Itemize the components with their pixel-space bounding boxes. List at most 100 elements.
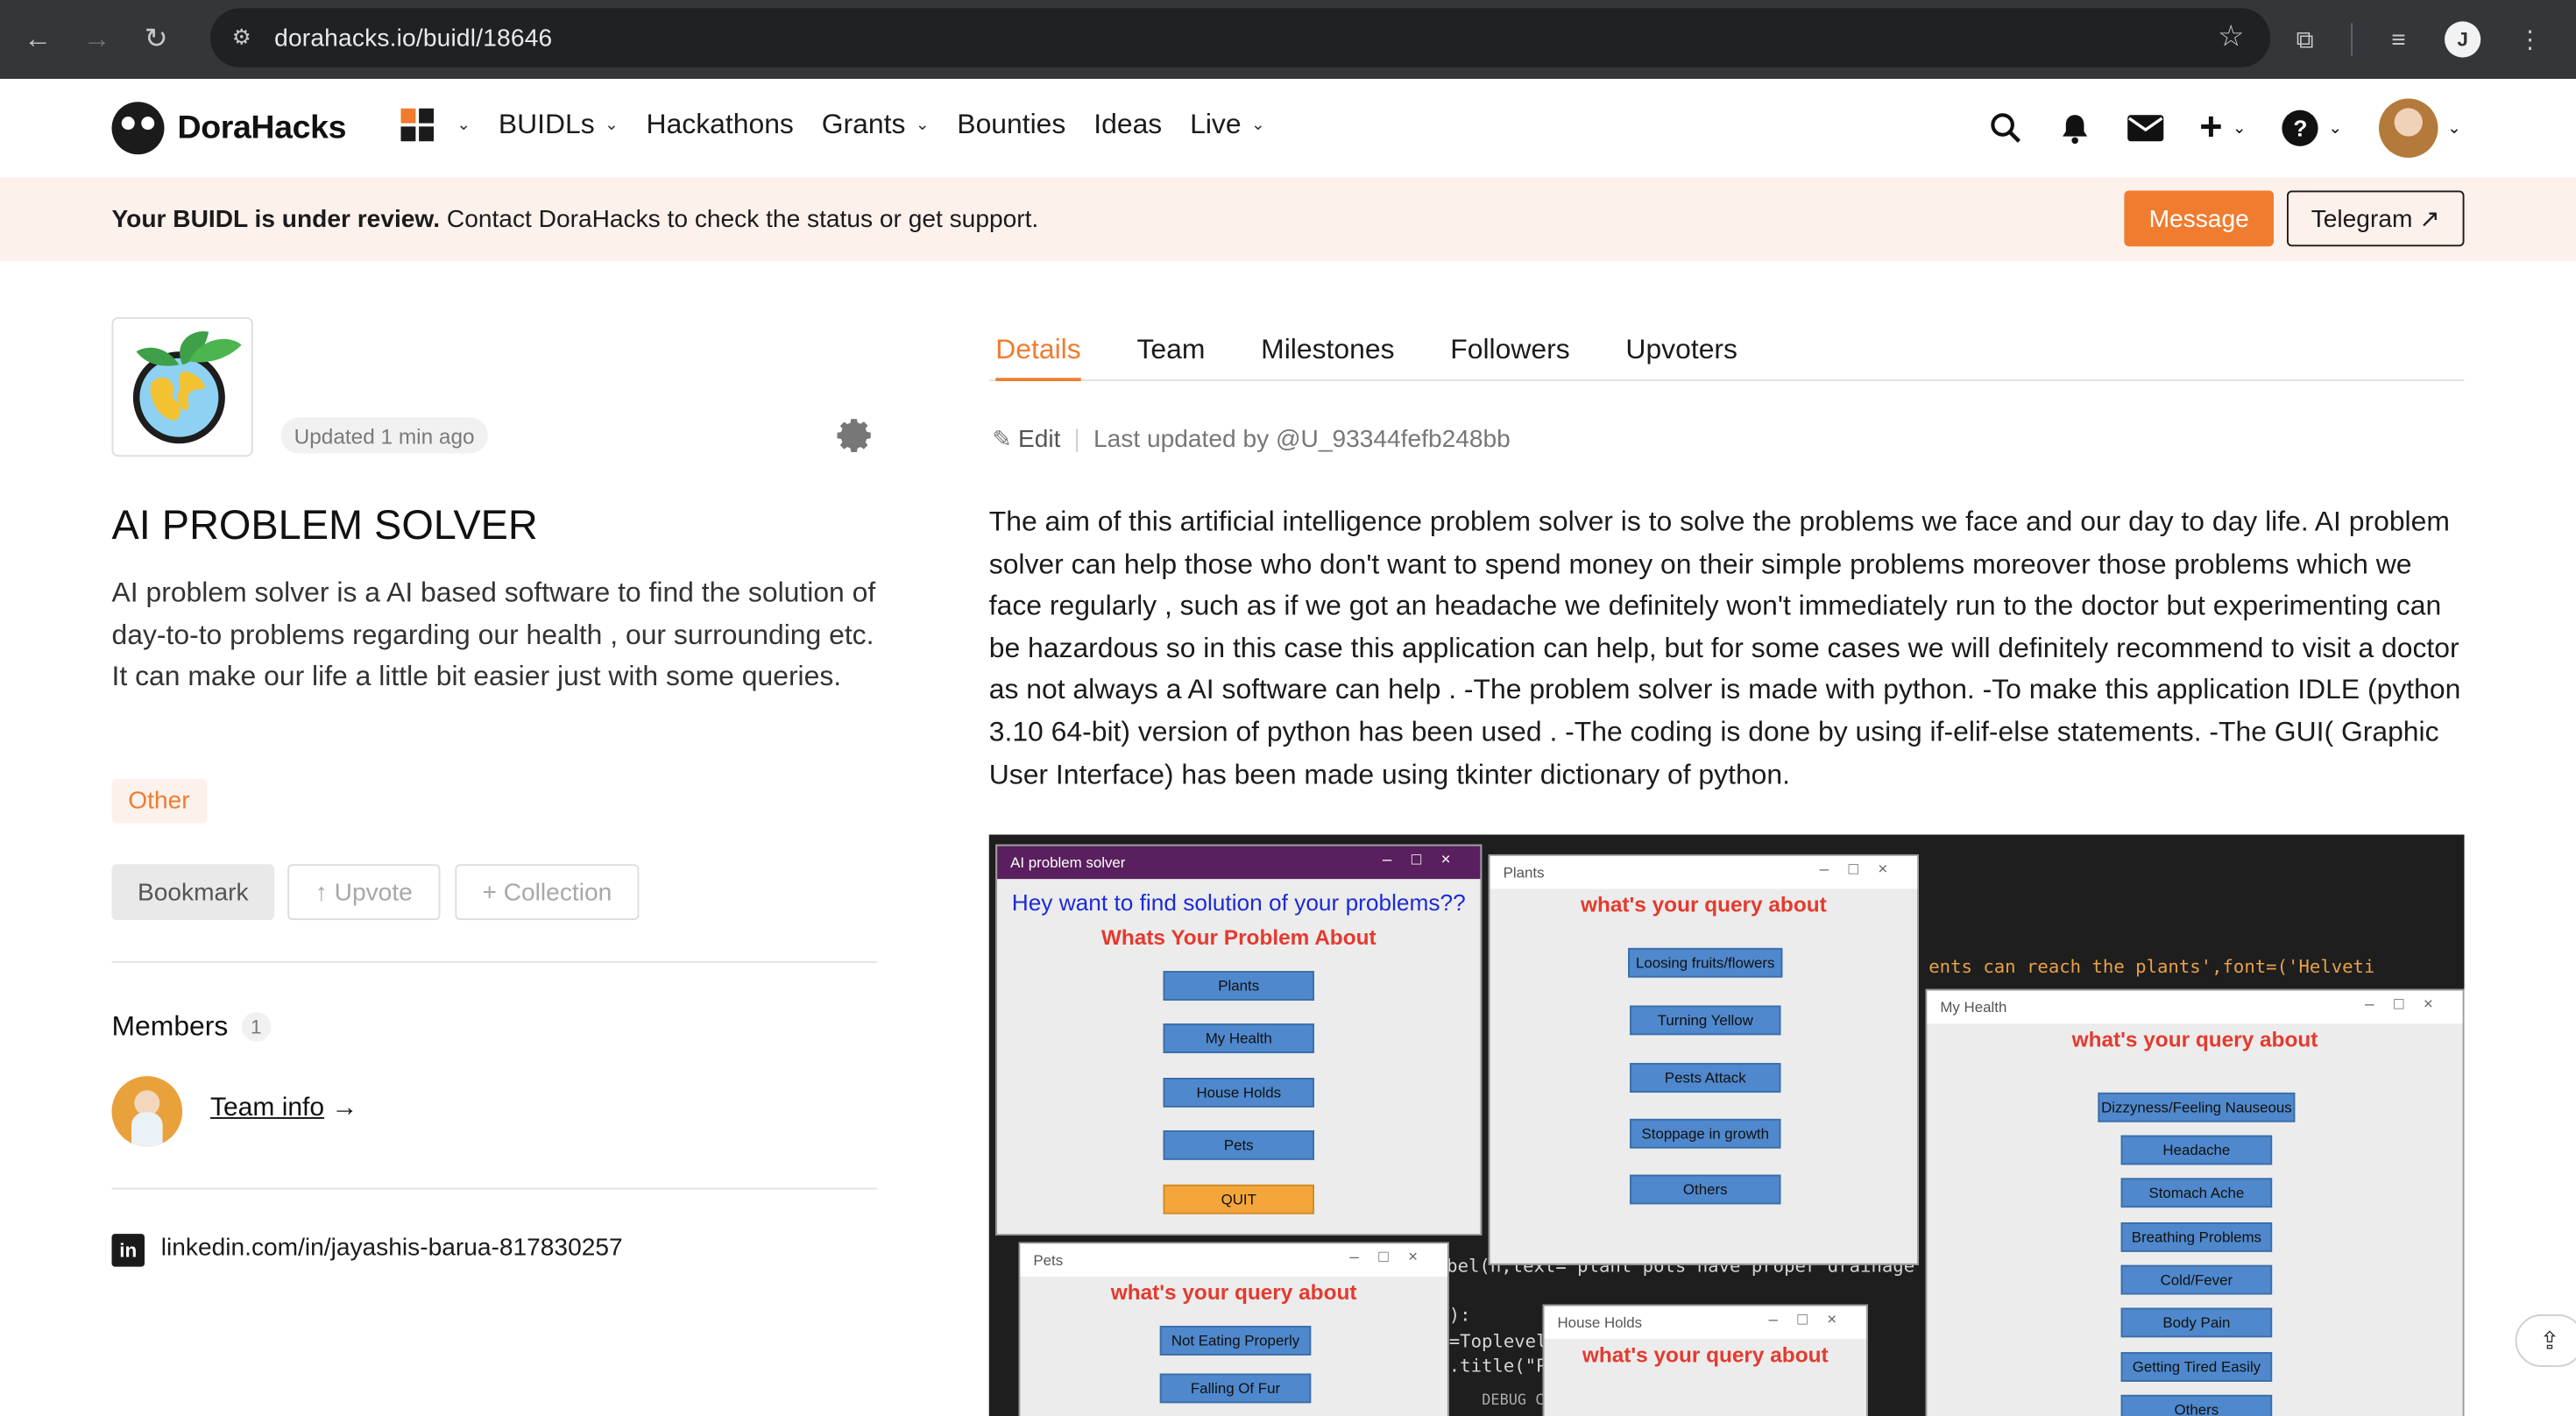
health-window-title: My Health — [1940, 999, 2007, 1016]
quit-button[interactable]: QUIT — [1163, 1184, 1314, 1214]
detail-tabs: Details Team Milestones Followers Upvote… — [988, 319, 2465, 381]
window-controls-icon: –□× — [1382, 851, 1471, 869]
brand-logo[interactable]: DoraHacks — [111, 102, 347, 155]
project-title: AI PROBLEM SOLVER — [111, 502, 538, 549]
site-header: DoraHacks ⌄ BUIDLs ⌄ Hackathons Grants ⌄ B… — [0, 79, 2576, 178]
member-avatar[interactable] — [111, 1076, 183, 1147]
browser-toolbar: ← → ↻ ⚙ dorahacks.io/buidl/18646 ☆ ⧉ ≡ J… — [0, 0, 2576, 79]
address-bar[interactable]: ⚙ dorahacks.io/buidl/18646 ☆ — [210, 8, 2271, 67]
extensions-icon[interactable]: ⧉ — [2282, 17, 2328, 63]
tab-upvoters[interactable]: Upvoters — [1619, 319, 1744, 379]
team-info-label: Team info — [210, 1094, 325, 1122]
bookmark-button[interactable]: Bookmark — [111, 864, 275, 920]
linkedin-link[interactable]: linkedin.com/in/jayashis-barua-817830257 — [161, 1234, 623, 1262]
brand-name: DoraHacks — [177, 109, 347, 145]
apps-grid-icon — [400, 108, 434, 142]
window-controls-icon: –□× — [2365, 995, 2453, 1014]
dizzyness-button[interactable]: Dizzyness/Feeling Nauseous — [2098, 1092, 2296, 1122]
nav-live[interactable]: Live ⌄ — [1190, 109, 1264, 142]
chevron-down-icon: ⌄ — [456, 116, 471, 134]
plants-button[interactable]: Plants — [1163, 971, 1314, 1001]
plants-others-button[interactable]: Others — [1630, 1174, 1781, 1205]
main-window: AI problem solver –□× Hey want to find so… — [995, 844, 1483, 1235]
debug-label: DEBUG C — [1482, 1393, 1545, 1410]
plants-window-titlebar: Plants –□× — [1490, 855, 1918, 889]
collection-button[interactable]: + Collection — [455, 864, 640, 920]
cold-fever-button[interactable]: Cold/Fever — [2120, 1264, 2273, 1295]
edit-line: ✎ Edit Last updated by @U_93344fefb248bb — [993, 426, 1511, 454]
breathing-button[interactable]: Breathing Problems — [2120, 1222, 2273, 1252]
bookmark-star-icon[interactable]: ☆ — [2218, 20, 2244, 54]
mail-icon[interactable] — [2127, 113, 2164, 143]
body-pain-button[interactable]: Body Pain — [2120, 1307, 2273, 1338]
project-screenshot: ents can reach the plants',font=('Helvet… — [988, 834, 2465, 1416]
stoppage-growth-button[interactable]: Stoppage in growth — [1630, 1118, 1781, 1149]
not-eating-button[interactable]: Not Eating Properly — [1159, 1326, 1312, 1356]
team-info-link[interactable]: Team info → — [210, 1094, 357, 1124]
apps-grid-menu[interactable]: ⌄ — [400, 108, 471, 142]
tab-team[interactable]: Team — [1130, 319, 1212, 379]
gear-icon[interactable] — [836, 415, 875, 455]
user-menu[interactable]: ⌄ — [2378, 98, 2461, 158]
category-tag[interactable]: Other — [111, 778, 207, 824]
media-icon[interactable]: ≡ — [2375, 17, 2422, 63]
nav-ideas[interactable]: Ideas — [1093, 109, 1162, 142]
tab-milestones[interactable]: Milestones — [1255, 319, 1401, 379]
owl-logo-icon — [111, 102, 165, 155]
pests-attack-button[interactable]: Pests Attack — [1630, 1063, 1781, 1093]
help-menu[interactable]: ? ⌄ — [2282, 110, 2342, 146]
house-holds-button[interactable]: House Holds — [1163, 1078, 1314, 1108]
toolbar-separator — [2351, 23, 2353, 56]
nav-bounties[interactable]: Bounties — [957, 109, 1065, 142]
plants-window-title: Plants — [1503, 864, 1545, 881]
back-icon[interactable]: ← — [17, 18, 60, 61]
updated-badge: Updated 1 min ago — [280, 417, 488, 454]
nav-ideas-label: Ideas — [1093, 108, 1163, 140]
reload-icon[interactable]: ↻ — [135, 18, 178, 61]
chevron-down-icon: ⌄ — [604, 116, 619, 134]
message-button[interactable]: Message — [2124, 190, 2274, 247]
project-logo — [111, 316, 253, 457]
turning-yellow-button[interactable]: Turning Yellow — [1630, 1005, 1781, 1036]
falling-fur-button[interactable]: Falling Of Fur — [1159, 1373, 1312, 1404]
help-icon: ? — [2282, 110, 2319, 146]
nav-live-label: Live — [1190, 108, 1242, 140]
tab-details[interactable]: Details — [989, 319, 1087, 381]
households-window-titlebar: House Holds –□× — [1544, 1306, 1866, 1340]
window-controls-icon: –□× — [1768, 1311, 1857, 1329]
nav-grants[interactable]: Grants ⌄ — [822, 109, 930, 142]
bell-icon[interactable] — [2058, 112, 2091, 145]
telegram-button[interactable]: Telegram ↗ — [2287, 190, 2465, 247]
pets-button[interactable]: Pets — [1163, 1130, 1314, 1160]
site-settings-icon[interactable]: ⚙ — [223, 20, 259, 56]
my-health-button[interactable]: My Health — [1163, 1023, 1314, 1053]
chevron-down-icon: ⌄ — [2447, 118, 2461, 138]
edit-button[interactable]: Edit — [1018, 426, 1060, 454]
headache-button[interactable]: Headache — [2120, 1135, 2273, 1165]
pencil-icon: ✎ — [992, 425, 1012, 452]
stomach-ache-button[interactable]: Stomach Ache — [2120, 1178, 2273, 1208]
url-text[interactable]: dorahacks.io/buidl/18646 — [274, 24, 552, 52]
households-heading: what's your query about — [1582, 1342, 1829, 1367]
tab-followers[interactable]: Followers — [1444, 319, 1576, 379]
households-window: House Holds –□× what's your query about — [1542, 1304, 1868, 1416]
health-others-button[interactable]: Others — [2120, 1394, 2273, 1416]
tired-button[interactable]: Getting Tired Easily — [2120, 1352, 2273, 1382]
profile-avatar[interactable]: J — [2445, 21, 2481, 58]
nav-hackathons-label: Hackathons — [646, 108, 794, 140]
main-heading: Hey want to find solution of your proble… — [1011, 889, 1466, 916]
members-label: Members — [111, 1010, 229, 1042]
page-root: ← → ↻ ⚙ dorahacks.io/buidl/18646 ☆ ⧉ ≡ J… — [0, 0, 2576, 1416]
menu-kebab-icon[interactable]: ⋮ — [2507, 17, 2553, 63]
upvote-button[interactable]: ↑ Upvote — [287, 864, 441, 920]
share-icon[interactable]: ⇪ — [2515, 1314, 2576, 1367]
code-snippet-3: ): — [1448, 1304, 1471, 1327]
loosing-fruits-button[interactable]: Loosing fruits/flowers — [1628, 947, 1783, 978]
main-window-titlebar: AI problem solver –□× — [997, 846, 1481, 880]
nav-buidls[interactable]: BUIDLs ⌄ — [499, 109, 619, 142]
search-icon[interactable] — [1989, 112, 2022, 145]
nav-hackathons[interactable]: Hackathons — [647, 109, 794, 142]
forward-icon[interactable]: → — [75, 18, 118, 61]
plants-window: Plants –□× what's your query about Loosin… — [1488, 854, 1919, 1265]
create-plus-menu[interactable]: + ⌄ — [2199, 105, 2246, 152]
